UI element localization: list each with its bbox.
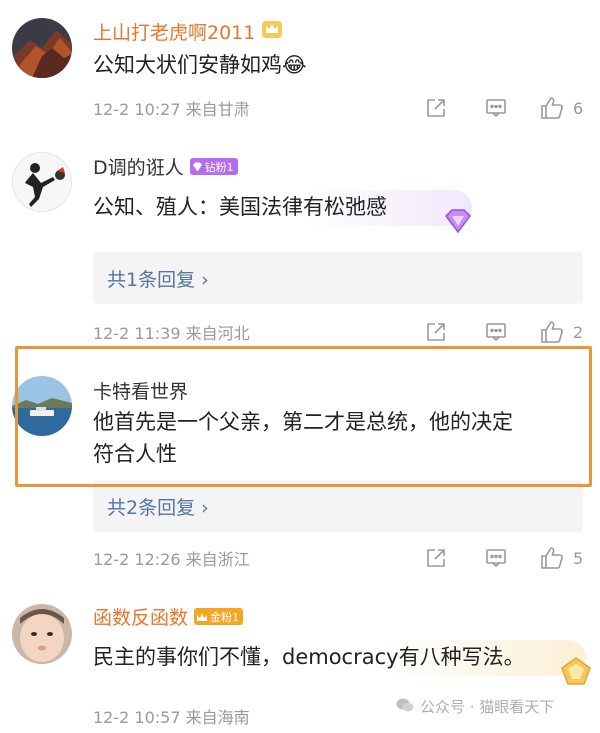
avatar[interactable] [12,376,72,436]
view-replies-label: 共1条回复 › [107,268,209,291]
share-icon[interactable] [419,544,453,572]
fan-badge: 钻粉1 [189,158,238,175]
watermark: 公众号 · 猫眼看天下 [396,696,554,717]
like-count: 6 [573,98,584,118]
like-count: 5 [573,548,584,568]
timestamp: 12-2 10:57 来自海南 [93,708,250,727]
username[interactable]: 函数反函数 金粉1 [93,603,244,630]
like-count: 2 [573,322,584,342]
username-text: D调的诳人 [93,157,184,179]
comment-meta: 12-2 11:39 来自河北 2 [93,318,600,346]
username-text: 上山打老虎啊2011 [93,22,256,44]
wechat-icon [396,697,414,717]
fan-badge-label: 钻粉1 [204,160,234,174]
crown-icon [197,612,208,621]
diamond-icon [192,162,202,171]
like-icon [541,97,563,119]
comment-icon[interactable] [479,94,513,122]
comment-text: 民主的事你们不懂，democracy有八种写法。 [93,645,525,669]
avatar[interactable] [12,152,72,212]
comment-icon[interactable] [479,318,513,346]
timestamp: 12-2 11:39 来自河北 [93,324,250,343]
comment-text: 公知、殖人：美国法律有松弛感 [93,195,387,219]
crown-icon [261,19,283,44]
badge-decoration-icon [558,656,594,690]
username-text: 函数反函数 [93,607,189,629]
view-replies-button[interactable]: 共1条回复 › [93,252,583,304]
comment-meta: 12-2 10:27 来自甘肃 6 [93,94,600,122]
comment-icon[interactable] [479,544,513,572]
username[interactable]: 上山打老虎啊2011 [93,18,283,45]
fan-badge: 金粉1 [194,608,244,625]
view-replies-label: 共2条回复 › [107,496,209,519]
comment-text-line-1: 他首先是一个父亲，第二才是总统，他的决定 [93,410,513,434]
username-text: 卡特看世界 [93,381,189,403]
like-button[interactable]: 5 [539,545,583,571]
timestamp: 12-2 10:27 来自甘肃 [93,100,250,119]
like-icon [541,547,563,569]
comment-text: 公知大状们安静如鸡😂 [93,53,307,77]
username[interactable]: 卡特看世界 [93,377,188,404]
username[interactable]: D调的诳人 钻粉1 [93,153,238,180]
fan-badge-label: 金粉1 [210,610,240,624]
timestamp: 12-2 12:26 来自浙江 [93,550,250,569]
comment-meta: 12-2 12:26 来自浙江 5 [93,544,600,572]
share-icon[interactable] [419,94,453,122]
like-button[interactable]: 6 [539,95,583,121]
avatar[interactable] [12,604,72,664]
like-button[interactable]: 2 [539,319,583,345]
like-icon [541,321,563,343]
diamond-icon [440,208,476,238]
avatar[interactable] [12,18,72,78]
comment-text-line-2: 符合人性 [93,442,177,466]
share-icon[interactable] [419,318,453,346]
view-replies-button[interactable]: 共2条回复 › [93,480,583,532]
watermark-text: 公众号 · 猫眼看天下 [420,698,555,716]
